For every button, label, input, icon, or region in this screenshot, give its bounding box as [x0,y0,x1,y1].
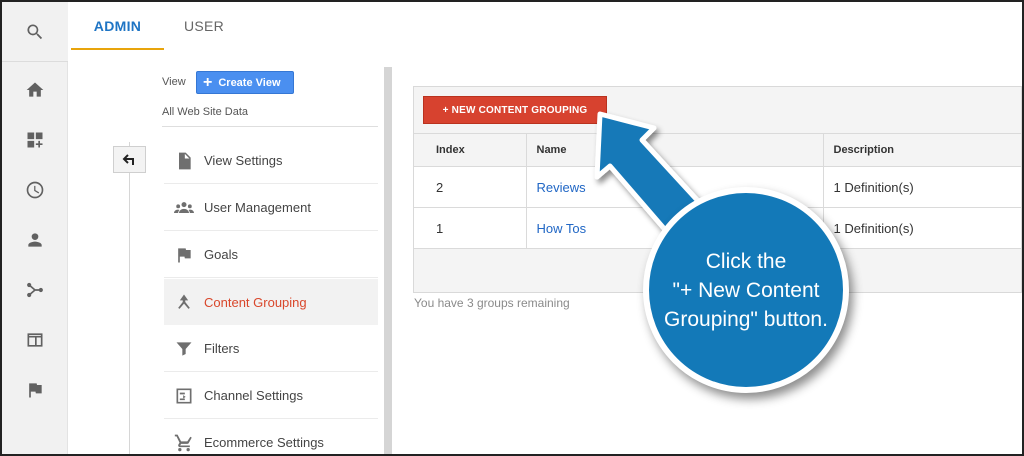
share-icon[interactable] [2,270,68,310]
cart-icon [164,433,204,453]
tab-admin[interactable]: ADMIN [71,2,164,50]
column-scrollbar[interactable] [384,67,392,454]
view-label: View [162,76,186,88]
users-icon [164,198,204,218]
menu-filters[interactable]: Filters [164,326,378,372]
callout-line: Grouping" button. [664,307,828,331]
home-icon[interactable] [2,70,68,110]
new-content-grouping-button[interactable]: + NEW CONTENT GROUPING [423,96,607,124]
row-index: 2 [414,166,526,208]
row-description: 1 Definition(s) [822,166,1021,208]
divider [162,126,378,127]
menu-label: View Settings [204,153,283,168]
callout-bubble: Click the "+ New Content Grouping" butto… [643,187,849,393]
row-description: 1 Definition(s) [822,207,1021,249]
selected-view[interactable]: All Web Site Data [162,106,248,118]
callout-line: "+ New Content [672,278,820,302]
row-name-link[interactable]: How Tos [537,221,587,236]
flag-icon[interactable] [2,370,68,410]
create-view-label: Create View [218,76,281,89]
window-icon[interactable] [2,320,68,360]
top-tab-bar: ADMIN USER [69,2,1022,62]
dashboard-icon[interactable] [2,120,68,160]
menu-label: User Management [204,200,311,215]
content-grouping-icon [164,292,204,312]
row-name-link[interactable]: Reviews [537,180,586,195]
menu-label: Goals [204,247,238,262]
menu-view-settings[interactable]: View Settings [164,138,378,184]
menu-label: Content Grouping [204,294,307,310]
menu-label: Filters [204,341,240,356]
back-arrow-icon [122,153,134,165]
tree-line [129,142,130,454]
column-header-description[interactable]: Description [822,133,1021,167]
callout-text: Click the "+ New Content Grouping" butto… [651,247,841,334]
menu-label: Ecommerce Settings [204,435,324,450]
left-nav-rail [2,2,68,454]
plus-icon: + [203,73,213,91]
menu-goals[interactable]: Goals [164,232,378,278]
search-icon[interactable] [2,2,68,62]
back-button[interactable] [113,146,146,173]
document-icon [164,151,204,171]
clock-icon[interactable] [2,170,68,210]
create-view-button[interactable]: + Create View [196,71,294,94]
menu-channel-settings[interactable]: Channel Settings [164,373,378,419]
channel-settings-icon [164,386,204,406]
row-index: 1 [414,207,526,249]
table-header-row: Index Name Description [414,133,1021,167]
app-frame: ADMIN USER View + Create View All Web Si… [0,0,1024,456]
flag-icon [164,245,204,265]
tab-user[interactable]: USER [169,2,239,50]
view-settings-column: View + Create View All Web Site Data Vie… [69,62,392,454]
person-icon[interactable] [2,220,68,260]
filter-icon [164,339,204,359]
groups-remaining-text: You have 3 groups remaining [414,296,570,310]
menu-content-grouping[interactable]: Content Grouping [164,279,378,325]
column-header-name[interactable]: Name [525,133,823,167]
menu-user-management[interactable]: User Management [164,185,378,231]
menu-label: Channel Settings [204,388,304,403]
menu-ecommerce-settings[interactable]: Ecommerce Settings [164,420,378,454]
column-header-index[interactable]: Index [414,133,526,167]
callout-line: Click the [705,249,787,273]
